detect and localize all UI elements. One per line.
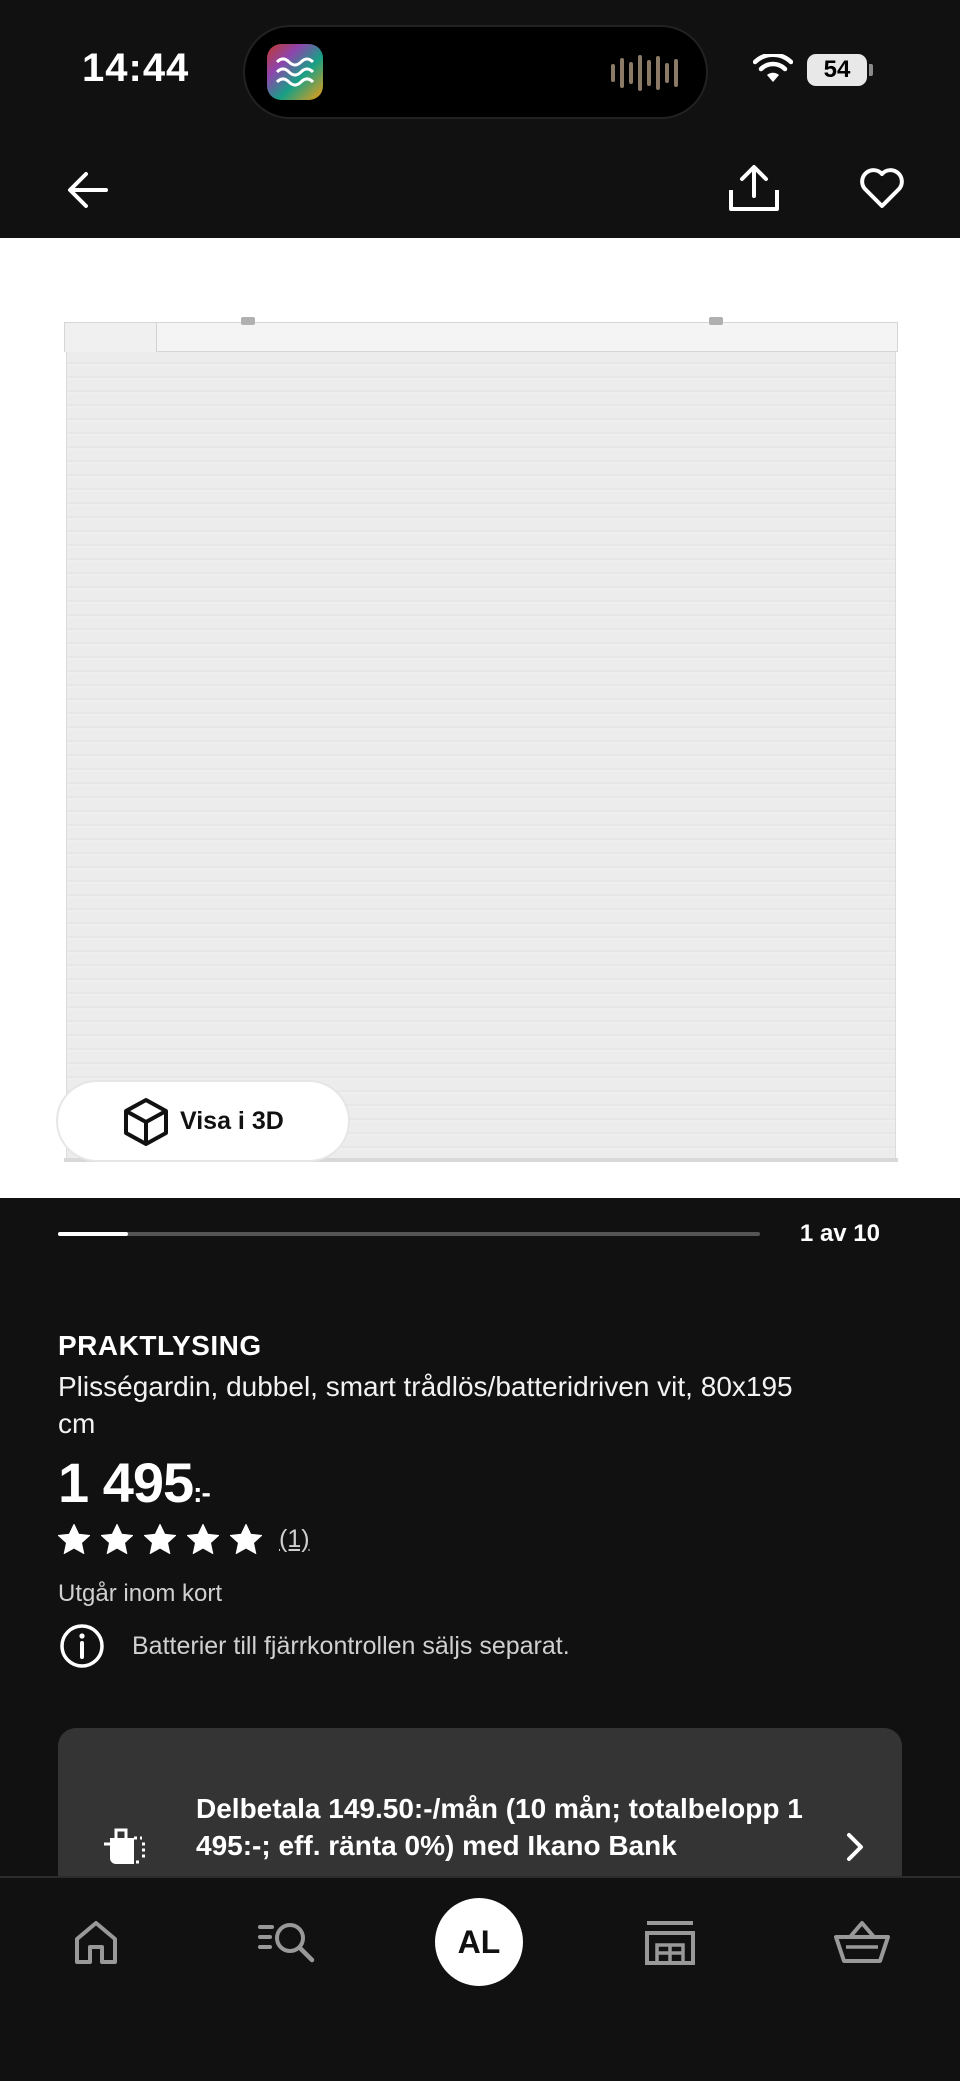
info-icon	[60, 1624, 104, 1668]
top-app-bar	[0, 140, 960, 238]
nav-stores[interactable]	[638, 1910, 702, 1974]
battery-notice-text: Batterier till fjärrkontrollen säljs sep…	[132, 1631, 570, 1660]
installment-text: Delbetala 149.50:-/mån (10 mån; totalbel…	[196, 1793, 803, 1861]
review-count-link[interactable]: (1)	[279, 1525, 310, 1554]
status-bar: 14:44 54	[0, 0, 960, 140]
product-description: Plisségardin, dubbel, smart trådlös/batt…	[58, 1371, 793, 1439]
blind-rail	[64, 317, 898, 353]
nav-home[interactable]	[64, 1910, 128, 1974]
favorite-button[interactable]	[852, 158, 912, 218]
product-image[interactable]: Visa i 3D	[0, 238, 960, 1198]
share-icon	[729, 165, 779, 211]
cube-icon	[124, 1098, 168, 1146]
back-button[interactable]	[58, 160, 118, 220]
nav-basket[interactable]	[830, 1910, 894, 1974]
status-time: 14:44	[82, 46, 190, 90]
share-button[interactable]	[724, 156, 784, 220]
product-name: PRAKTLYSING	[58, 1330, 262, 1361]
price-value: 1 495	[58, 1451, 194, 1514]
wifi-icon	[753, 54, 793, 82]
star-icon	[101, 1524, 133, 1554]
avatar[interactable]: AL	[435, 1898, 523, 1986]
chevron-right-icon	[847, 1833, 863, 1861]
arrow-left-icon	[68, 172, 108, 208]
view-3d-label: Visa i 3D	[180, 1106, 284, 1135]
pleated-blind-image	[64, 317, 898, 1162]
nav-search[interactable]	[256, 1910, 320, 1974]
carousel-counter: 1 av 10	[799, 1220, 880, 1247]
carousel-progress	[58, 1232, 760, 1236]
availability-text: Utgår inom kort	[58, 1580, 223, 1607]
product-price: 1 495:-	[58, 1450, 211, 1515]
dynamic-island	[243, 25, 708, 119]
star-icon	[187, 1524, 219, 1554]
app-icon	[267, 44, 323, 100]
blind-fabric	[66, 352, 896, 1158]
installment-icon	[104, 1828, 148, 1864]
battery-icon: 54	[807, 54, 873, 86]
heart-icon	[860, 168, 904, 208]
rating[interactable]: (1)	[58, 1524, 310, 1554]
sound-wave-icon	[611, 53, 678, 93]
star-icon	[144, 1524, 176, 1554]
battery-notice: Batterier till fjärrkontrollen säljs sep…	[58, 1622, 570, 1670]
search-list-icon	[258, 1923, 315, 1963]
home-icon	[75, 1921, 117, 1964]
carousel-progress-fill	[58, 1232, 129, 1236]
star-icon	[58, 1524, 90, 1554]
view-3d-button[interactable]: Visa i 3D	[58, 1082, 348, 1160]
basket-icon	[834, 1921, 890, 1963]
star-icon	[230, 1524, 262, 1554]
price-suffix: :-	[193, 1477, 211, 1508]
rating-stars	[58, 1524, 262, 1554]
store-icon	[645, 1921, 695, 1965]
bottom-navigation: AL	[0, 1876, 960, 2081]
